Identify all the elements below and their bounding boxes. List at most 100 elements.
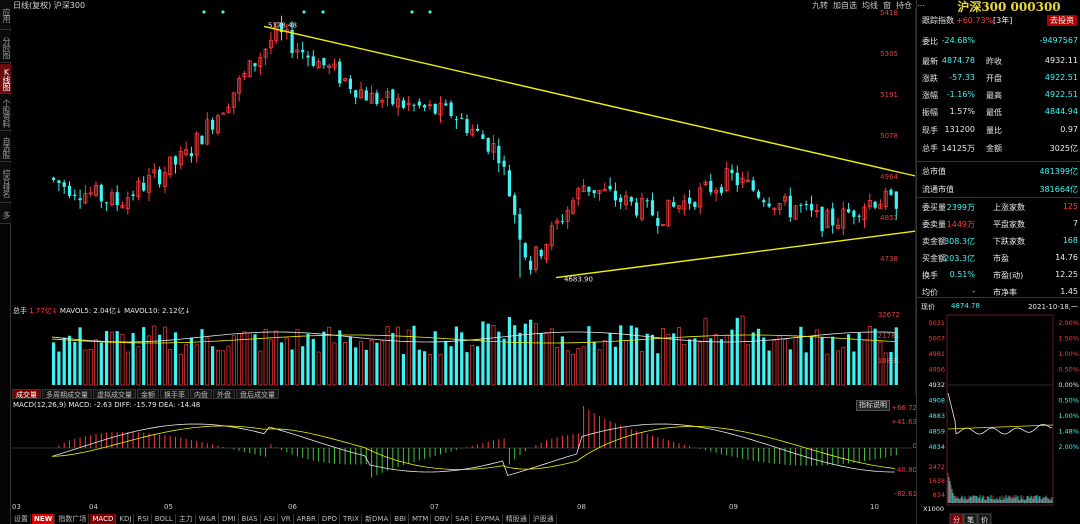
indicator-bar-item[interactable]: NEW <box>32 514 56 524</box>
nav-ranking[interactable]: 综合排名 <box>0 163 11 203</box>
volume-bar <box>767 350 771 385</box>
quote-panel: 跟踪指数 +60.73% [3年] 去投资 委比 -24.68% -9497567 最… <box>921 15 1080 297</box>
indicator-bar-item[interactable]: 指数广场 <box>56 514 90 524</box>
indicator-bar-item[interactable]: BIAS <box>240 514 261 524</box>
nav-app[interactable]: 应用 <box>0 0 11 30</box>
candle-body <box>751 180 755 191</box>
nav-watchlist[interactable]: 自选股 <box>0 132 11 162</box>
volume-bars <box>52 315 898 386</box>
intraday-tab-label: 分 <box>953 515 960 524</box>
candle-body <box>99 184 103 202</box>
indicator-bar-item[interactable]: 设置 <box>12 514 31 524</box>
indicator-bar-item[interactable]: BBI <box>392 514 409 524</box>
indicator-bar-item[interactable]: 沪股通 <box>531 514 557 524</box>
indicator-bar-item[interactable]: TRIX <box>341 514 363 524</box>
intraday-label: 现价 <box>921 303 935 311</box>
candle-body <box>719 187 723 193</box>
volume-bar <box>73 342 77 385</box>
candle-body <box>301 49 305 53</box>
quote-value: -57.33 <box>949 73 975 82</box>
indicator-bar-item[interactable]: ARBR <box>295 514 319 524</box>
indicator-bar-item[interactable]: MACD <box>90 514 117 524</box>
candle-body <box>306 55 310 58</box>
nav-more[interactable]: 多 <box>0 204 11 224</box>
volume-bar <box>173 332 178 385</box>
x-tick: 07 <box>430 503 439 511</box>
candle-body <box>115 192 119 206</box>
volume-bar <box>513 325 517 385</box>
candle-body <box>857 215 861 217</box>
volume-bar <box>211 346 215 385</box>
quote-value: 4932.11 <box>1044 56 1078 65</box>
volume-bar <box>88 349 93 386</box>
indicator-bar-item[interactable]: DMI <box>220 514 239 524</box>
indicator-bar-item[interactable]: OBV <box>432 514 453 524</box>
nav-intraday[interactable]: 分时图 <box>0 31 11 63</box>
quote-value: -9497567 <box>1039 36 1078 45</box>
candle-body <box>465 119 469 134</box>
indicator-bar-item[interactable]: 主力 <box>177 514 196 524</box>
candle-body <box>481 134 485 139</box>
candle-body <box>507 170 511 197</box>
candle-body <box>762 200 766 203</box>
stat-label: 委卖量 <box>922 220 946 229</box>
volume-bar <box>677 327 681 386</box>
volume-bar <box>438 353 443 386</box>
quote-row: 总手 14125万 金额 3025亿 <box>921 143 1080 153</box>
volume-bar <box>814 329 819 386</box>
indicator-bar-item[interactable]: VR <box>279 514 294 524</box>
indicator-bar-item[interactable]: ASI <box>262 514 278 524</box>
candle-body <box>513 195 517 215</box>
stat-value: - <box>972 287 975 296</box>
candle-body <box>688 197 692 204</box>
x-tick: 05 <box>164 503 173 511</box>
volume-bar <box>836 350 840 386</box>
indicator-bar-item[interactable]: W&R <box>197 514 220 524</box>
volume-bar <box>78 327 82 385</box>
x-tick: 06 <box>288 503 297 511</box>
indicator-bar-item[interactable]: RSI <box>135 514 152 524</box>
volume-bar <box>125 351 130 386</box>
candle-body <box>820 206 824 232</box>
indicator-bar-item[interactable]: DPO <box>320 514 341 524</box>
indicator-bar-item[interactable]: 新DMA <box>363 514 392 524</box>
stat-label: 卖金额 <box>922 237 946 246</box>
volume-bar <box>576 348 581 386</box>
nav-kline[interactable]: K线图 <box>0 64 11 94</box>
volume-bar <box>401 353 405 385</box>
stat-value: 125 <box>1062 202 1078 211</box>
indicator-bar-item[interactable]: KDJ <box>117 514 135 524</box>
candle-body <box>518 214 522 240</box>
stock-title: 沪深300 000300 <box>957 0 1061 14</box>
volume-bar <box>52 342 56 385</box>
indicator-bar-item[interactable]: BOLL <box>153 514 176 524</box>
indicator-bar-item[interactable]: 精股通 <box>504 514 530 524</box>
separator <box>917 161 1080 162</box>
candle-body <box>62 182 66 187</box>
cap-value: 381664亿 <box>1039 185 1078 194</box>
candle-body <box>454 119 458 121</box>
stat-label: 平盘家数 <box>993 220 1025 229</box>
invest-button[interactable]: 去投资 <box>1047 15 1077 26</box>
nav-profile[interactable]: 个股资料 <box>0 95 11 131</box>
candle-body <box>799 204 803 206</box>
quote-value: 1.57% <box>949 107 975 116</box>
intraday-pct-tick: 0.50% <box>1058 397 1079 405</box>
indicator-bar-item[interactable]: SAR <box>453 514 473 524</box>
stat-value: 0.51% <box>949 270 975 279</box>
x-tick: 09 <box>729 503 738 511</box>
indicator-help-button[interactable]: 指标说明 <box>856 400 890 411</box>
volume-bar <box>894 327 898 385</box>
candle-body <box>645 200 649 202</box>
indicator-bar-item[interactable]: MTM <box>410 514 432 524</box>
macd-chart: +66.72 +41.63 0 -40.80 -82.61 <box>12 404 916 498</box>
candle-body <box>221 112 226 115</box>
volume-bar <box>523 323 527 385</box>
volume-bar <box>544 332 549 386</box>
stat-row: 委买量 2399万 上涨家数 125 <box>921 202 1080 212</box>
volume-bar <box>423 351 427 385</box>
volume-bar <box>777 334 782 386</box>
indicator-bar-item[interactable]: EXPMA <box>473 514 503 524</box>
volume-bar <box>311 338 315 385</box>
candle-body <box>629 196 633 202</box>
